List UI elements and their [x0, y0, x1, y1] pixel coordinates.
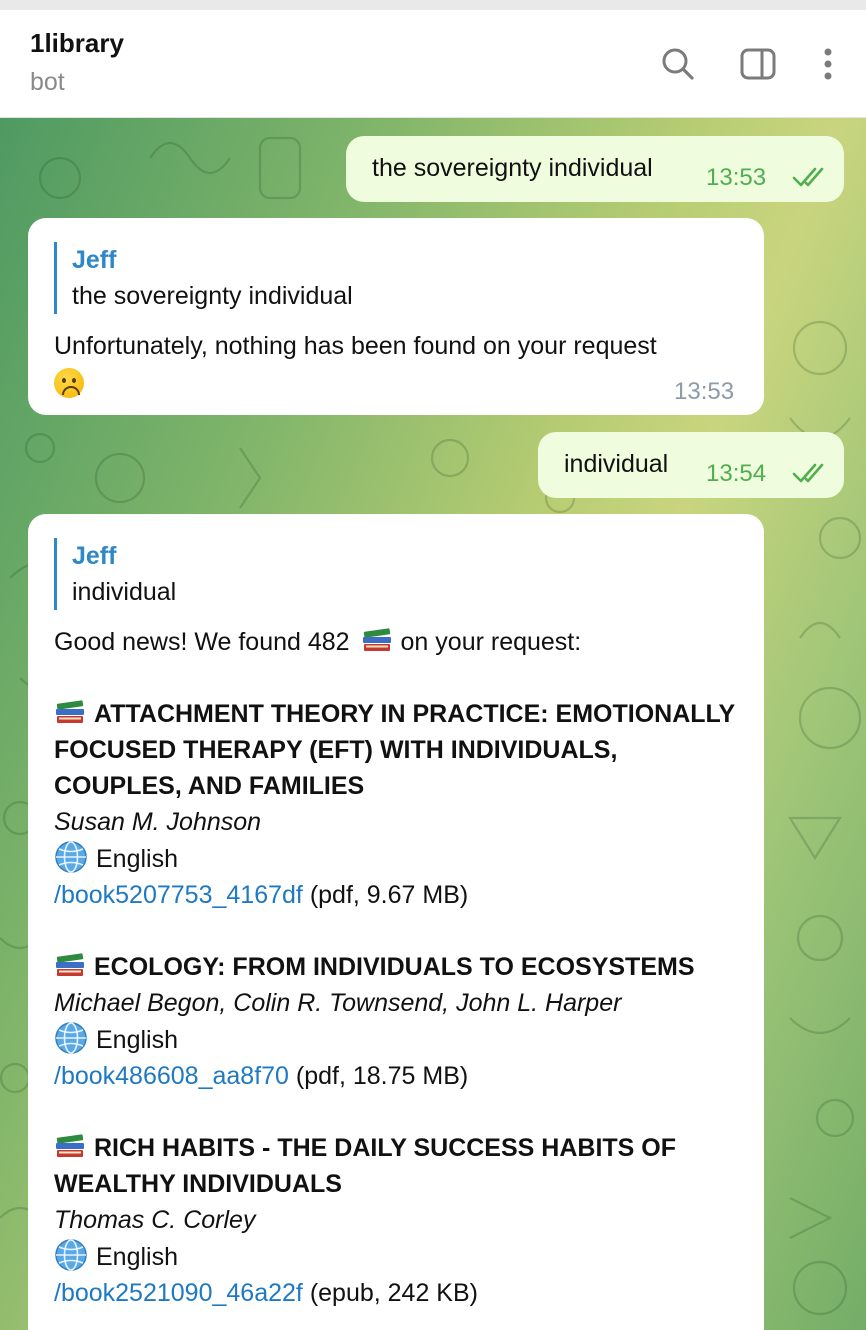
sidebar-toggle-icon[interactable] — [738, 44, 778, 84]
books-emoji-icon — [56, 1134, 84, 1157]
globe-emoji-icon — [55, 1022, 87, 1054]
message-body: Unfortunately, nothing has been found on… — [54, 328, 744, 400]
telegram-chat-window: 1library bot the sovereignty individual … — [0, 0, 866, 1330]
book-title: ATTACHMENT THEORY IN PRACTICE: EMOTIONAL… — [54, 700, 735, 800]
book-result: RICH HABITS - THE DAILY SUCCESS HABITS O… — [54, 1130, 744, 1311]
incoming-message[interactable]: Jeff the sovereignty individual Unfortun… — [28, 218, 764, 415]
message-time: 13:54 — [706, 460, 767, 487]
double-check-icon — [792, 167, 824, 187]
book-language: English — [96, 1243, 178, 1271]
book-language: English — [96, 1026, 178, 1054]
reply-quote[interactable]: Jeff individual — [54, 538, 176, 610]
search-results: Good news! We found 482 on your request: — [54, 624, 744, 1311]
sad-face-emoji-icon — [54, 368, 84, 399]
books-emoji-icon — [56, 953, 84, 976]
books-emoji-icon — [56, 700, 84, 723]
chat-header: 1library bot — [0, 10, 866, 118]
results-intro-text: Good news! We found 482 — [54, 628, 350, 656]
books-emoji-icon — [362, 628, 391, 651]
book-download-link[interactable]: /book2521090_46a22f — [54, 1279, 303, 1307]
message-text: individual — [564, 450, 669, 478]
window-top-strip — [0, 0, 866, 10]
double-check-icon — [792, 463, 824, 483]
message-text: Unfortunately, nothing has been found on… — [54, 332, 657, 360]
reply-quote-text: the sovereignty individual — [72, 282, 353, 310]
outgoing-message[interactable]: individual 13:54 — [538, 432, 844, 498]
message-list[interactable]: the sovereignty individual 13:53 Jeff th… — [0, 118, 866, 1330]
book-file-meta: (pdf, 9.67 MB) — [309, 881, 469, 909]
book-file-meta: (pdf, 18.75 MB) — [295, 1062, 469, 1090]
message-text: the sovereignty individual — [372, 154, 653, 182]
book-result: ECOLOGY: FROM INDIVIDUALS TO ECOSYSTEMS … — [54, 949, 744, 1094]
globe-emoji-icon — [55, 1239, 87, 1271]
results-intro: Good news! We found 482 on your request: — [54, 624, 744, 660]
book-language: English — [96, 845, 178, 873]
book-download-link[interactable]: /book5207753_4167df — [54, 881, 303, 909]
reply-quote-author: Jeff — [72, 246, 117, 274]
chat-subtitle: bot — [30, 68, 65, 96]
book-title: ECOLOGY: FROM INDIVIDUALS TO ECOSYSTEMS — [94, 953, 695, 981]
message-time: 13:53 — [674, 378, 735, 405]
reply-quote-text: individual — [72, 578, 177, 606]
reply-quote[interactable]: Jeff the sovereignty individual — [54, 242, 353, 314]
book-result: ATTACHMENT THEORY IN PRACTICE: EMOTIONAL… — [54, 696, 744, 913]
book-author: Susan M. Johnson — [54, 808, 262, 836]
outgoing-message[interactable]: the sovereignty individual 13:53 — [346, 136, 844, 202]
globe-emoji-icon — [55, 841, 87, 873]
book-download-link[interactable]: /book486608_aa8f70 — [54, 1062, 289, 1090]
more-vertical-icon[interactable] — [808, 44, 848, 84]
search-icon[interactable] — [658, 44, 698, 84]
message-time: 13:53 — [706, 164, 767, 191]
book-title: RICH HABITS - THE DAILY SUCCESS HABITS O… — [54, 1134, 676, 1198]
reply-quote-author: Jeff — [72, 542, 117, 570]
results-intro-suffix: on your request: — [400, 628, 582, 656]
book-author: Thomas C. Corley — [54, 1206, 256, 1234]
incoming-message[interactable]: Jeff individual Good news! We found 482 … — [28, 514, 764, 1330]
chat-title[interactable]: 1library — [30, 28, 124, 59]
book-author: Michael Begon, Colin R. Townsend, John L… — [54, 989, 622, 1017]
book-file-meta: (epub, 242 KB) — [309, 1279, 478, 1307]
